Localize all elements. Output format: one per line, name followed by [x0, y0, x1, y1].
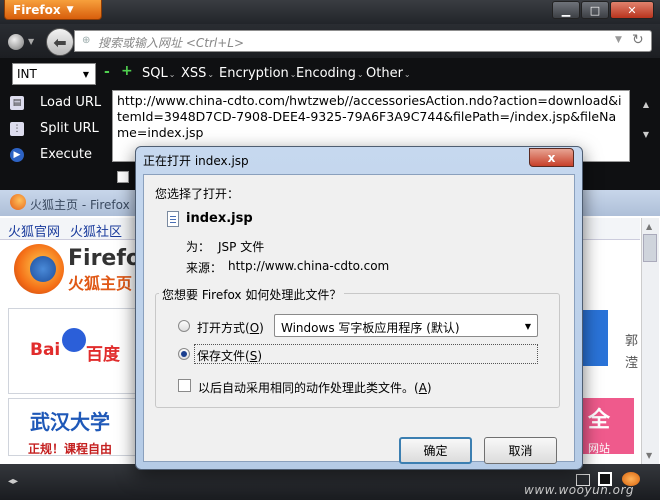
maximize-icon: □ [589, 3, 601, 17]
label-text: 打开方式( [197, 321, 250, 335]
chevron-down-icon: ⌄ [403, 70, 411, 79]
label-text: ) [257, 349, 262, 363]
split-url-button[interactable]: ⋮ Split URL [10, 120, 110, 142]
bookmark-link[interactable]: 火狐社区 [70, 221, 122, 240]
file-name: index.jsp [186, 211, 253, 226]
firefox-brand-subtitle: 火狐主页 [68, 274, 133, 293]
menu-label: SQL [142, 66, 168, 81]
chevron-down-icon: ▼ [524, 322, 531, 331]
menu-label: Other [366, 66, 403, 81]
cancel-button[interactable]: 取消 [484, 437, 557, 464]
application-select[interactable]: Windows 写字板应用程序 (默认) ▼ [274, 314, 538, 337]
save-file-label[interactable]: 保存文件(S) [197, 347, 262, 364]
hackbar-textarea-scrollbar[interactable]: ▲ ▼ [637, 90, 655, 162]
url-history-dropdown-icon[interactable]: ▼ [615, 35, 622, 45]
hackbar-type-value: INT [17, 67, 37, 81]
access-key: O [249, 321, 260, 335]
baidu-logo-text: Bai [30, 340, 61, 360]
wuhan-ad-subtitle: 正规！课程自由 [28, 442, 113, 456]
document-icon [167, 211, 179, 227]
hackbar-type-select[interactable]: INT ▼ [12, 63, 96, 85]
execute-icon: ▶ [10, 148, 24, 162]
chosen-label: 您选择了打开： [155, 187, 240, 201]
menu-label: Encoding [296, 66, 356, 81]
baidu-paw-icon [62, 328, 86, 352]
close-icon: ✕ [627, 3, 637, 17]
menu-label: Encryption [219, 66, 289, 81]
hackbar-menu-xss[interactable]: XSS⌄ [181, 66, 214, 81]
file-source-value: http://www.china-cdto.com [228, 259, 390, 273]
firefox-globe-icon [30, 256, 56, 282]
watermark: www.wooyun.org [524, 483, 635, 497]
file-type-label: 为： [186, 240, 211, 254]
bookmark-link[interactable]: 火狐官网 [8, 221, 60, 240]
menu-label: XSS [181, 66, 207, 81]
hackbar-menu-encoding[interactable]: Encoding⌄ [296, 66, 364, 81]
open-with-label[interactable]: 打开方式(O) [197, 319, 264, 336]
globe-icon[interactable] [8, 34, 24, 50]
chevron-down-icon: ⌄ [356, 70, 364, 79]
handling-options-legend: 您想要 Firefox 如何处理此文件？ [159, 286, 345, 303]
auto-action-label[interactable]: 以后自动采用相同的动作处理此类文件。(A) [198, 379, 432, 396]
access-key: A [418, 381, 427, 395]
file-source-label: 来源： [186, 261, 223, 275]
execute-button[interactable]: ▶ Execute [10, 146, 110, 168]
dialog-title: 正在打开 index.jsp [143, 154, 249, 168]
scroll-up-icon: ▲ [642, 100, 650, 109]
chevron-down-icon: ▼ [66, 4, 74, 15]
reload-icon[interactable]: ↻ [632, 32, 644, 48]
chevron-down-icon: ⌄ [168, 70, 176, 79]
background-window-title: 火狐主页 - Firefox [30, 198, 130, 212]
label-text: 保存文件( [197, 349, 250, 363]
hackbar-menu-sql[interactable]: SQL⌄ [142, 66, 175, 81]
side-text: 滢 [625, 356, 639, 371]
hackbar-decrement-button[interactable]: - [104, 64, 110, 80]
file-type-value: JSP 文件 [218, 240, 265, 254]
ok-button[interactable]: 确定 [399, 437, 472, 464]
open-with-radio[interactable] [178, 320, 190, 332]
scrollbar-thumb[interactable] [643, 234, 657, 262]
label-text: ) [259, 321, 264, 335]
dialog-close-button[interactable]: x [529, 148, 574, 167]
side-text: 郭 [625, 334, 639, 349]
maximize-button[interactable]: □ [581, 1, 609, 19]
save-file-radio[interactable] [178, 348, 190, 360]
minimize-button[interactable]: ▁ [552, 1, 580, 19]
auto-action-checkbox[interactable] [178, 379, 191, 392]
pink-ad-text: 全 [588, 408, 611, 433]
back-arrow-icon: ⬅ [53, 32, 67, 52]
scroll-up-icon: ▲ [646, 222, 653, 231]
scroll-down-icon: ▼ [642, 130, 650, 139]
back-button[interactable]: ⬅ [46, 28, 74, 56]
firefox-menu-label: Firefox [13, 2, 61, 17]
expand-arrows-icon[interactable]: ◂▸ [8, 476, 18, 487]
execute-label: Execute [40, 147, 92, 162]
pink-ad-subtext: 网站 [588, 442, 610, 455]
chevron-down-icon: ⌄ [207, 70, 215, 79]
baidu-logo-text-cn: 百度 [86, 345, 120, 365]
wuhan-ad-title: 武汉大学 [30, 410, 110, 434]
load-url-label: Load URL [40, 95, 102, 110]
hackbar-menu-encryption[interactable]: Encryption⌄ [219, 66, 297, 81]
chevron-down-icon: ▼ [82, 70, 89, 79]
page-icon: ⊕ [82, 35, 91, 46]
close-icon: x [547, 150, 556, 165]
hackbar-menu-other[interactable]: Other⌄ [366, 66, 411, 81]
close-window-button[interactable]: ✕ [610, 1, 654, 19]
split-url-label: Split URL [40, 121, 99, 136]
load-url-button[interactable]: ▤ Load URL [10, 94, 110, 116]
chevron-down-icon[interactable]: ▼ [28, 37, 34, 46]
split-url-icon: ⋮ [10, 122, 24, 136]
minimize-icon: ▁ [561, 3, 571, 17]
hackbar-increment-button[interactable]: + [121, 63, 133, 79]
hackbar-post-checkbox[interactable] [117, 171, 129, 183]
scroll-down-icon: ▼ [646, 451, 653, 460]
firefox-menu-button[interactable]: Firefox ▼ [4, 0, 102, 20]
load-url-icon: ▤ [10, 96, 24, 110]
application-select-value: Windows 写字板应用程序 (默认) [281, 321, 460, 335]
label-text: 以后自动采用相同的动作处理此类文件。( [198, 381, 419, 395]
firefox-logo-icon [10, 194, 26, 210]
url-placeholder[interactable]: 搜索或输入网址 <Ctrl+L> [98, 34, 244, 51]
label-text: ) [426, 381, 432, 395]
